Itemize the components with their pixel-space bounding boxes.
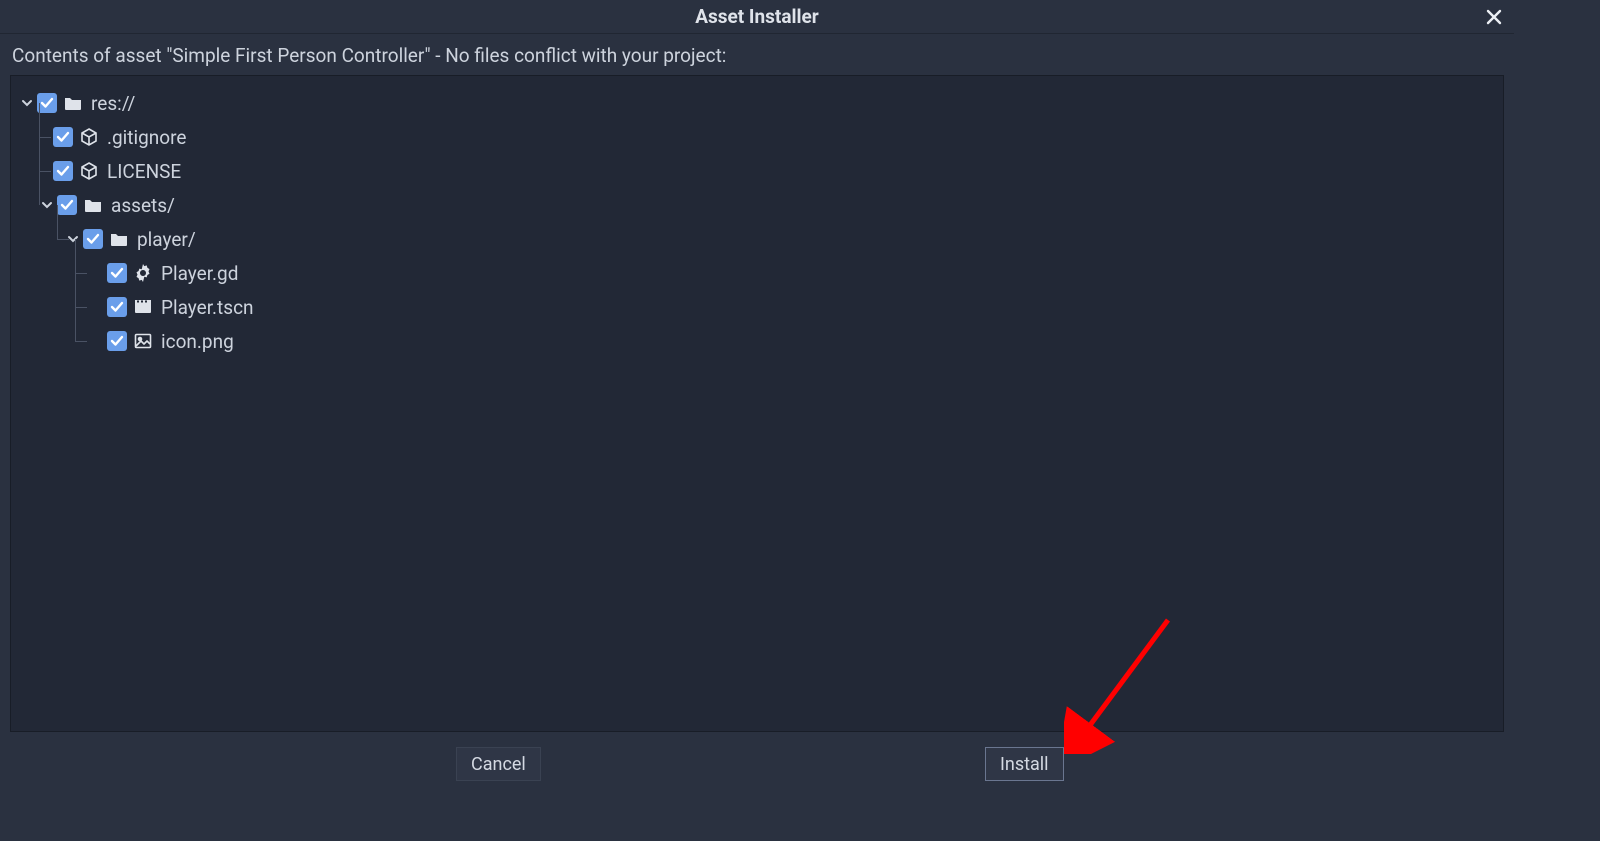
gear-icon <box>133 263 153 283</box>
checkbox[interactable] <box>107 331 127 351</box>
chevron-down-icon[interactable] <box>39 197 55 213</box>
box-icon <box>79 161 99 181</box>
tree-row-folder[interactable]: player/ <box>17 222 1497 256</box>
folder-icon <box>83 195 103 215</box>
tree-row[interactable]: Player.tscn <box>17 290 1497 324</box>
checkbox[interactable] <box>53 161 73 181</box>
checkbox[interactable] <box>53 127 73 147</box>
checkbox[interactable] <box>37 93 57 113</box>
tree-row[interactable]: .gitignore <box>17 120 1497 154</box>
checkbox[interactable] <box>107 263 127 283</box>
dialog-button-row: Cancel Install <box>0 738 1514 790</box>
asset-installer-dialog: Asset Installer Contents of asset "Simpl… <box>0 0 1514 790</box>
tree-row[interactable]: LICENSE <box>17 154 1497 188</box>
dialog-subtitle: Contents of asset "Simple First Person C… <box>0 34 1514 75</box>
tree-item-label: LICENSE <box>107 160 181 183</box>
checkbox[interactable] <box>57 195 77 215</box>
install-button[interactable]: Install <box>985 747 1064 781</box>
checkbox[interactable] <box>83 229 103 249</box>
file-tree[interactable]: res:// .gitignore LICENSE <box>10 75 1504 732</box>
tree-row[interactable]: icon.png <box>17 324 1497 358</box>
titlebar: Asset Installer <box>0 0 1514 34</box>
cancel-button[interactable]: Cancel <box>456 747 541 781</box>
folder-icon <box>63 93 83 113</box>
tree-item-label: assets/ <box>111 194 175 217</box>
scene-icon <box>133 297 153 317</box>
tree-item-label: icon.png <box>161 330 234 353</box>
tree-item-label: player/ <box>137 228 196 251</box>
button-label: Install <box>1000 754 1049 775</box>
image-icon <box>133 331 153 351</box>
tree-item-label: res:// <box>91 92 135 115</box>
checkbox[interactable] <box>107 297 127 317</box>
button-label: Cancel <box>471 754 526 775</box>
chevron-down-icon[interactable] <box>19 95 35 111</box>
tree-item-label: Player.tscn <box>161 296 254 319</box>
dialog-title: Asset Installer <box>695 5 819 28</box>
box-icon <box>79 127 99 147</box>
tree-row-folder[interactable]: assets/ <box>17 188 1497 222</box>
close-icon[interactable] <box>1482 5 1506 29</box>
tree-item-label: Player.gd <box>161 262 238 285</box>
tree-row[interactable]: Player.gd <box>17 256 1497 290</box>
folder-icon <box>109 229 129 249</box>
tree-row-root[interactable]: res:// <box>17 86 1497 120</box>
tree-item-label: .gitignore <box>107 126 186 149</box>
